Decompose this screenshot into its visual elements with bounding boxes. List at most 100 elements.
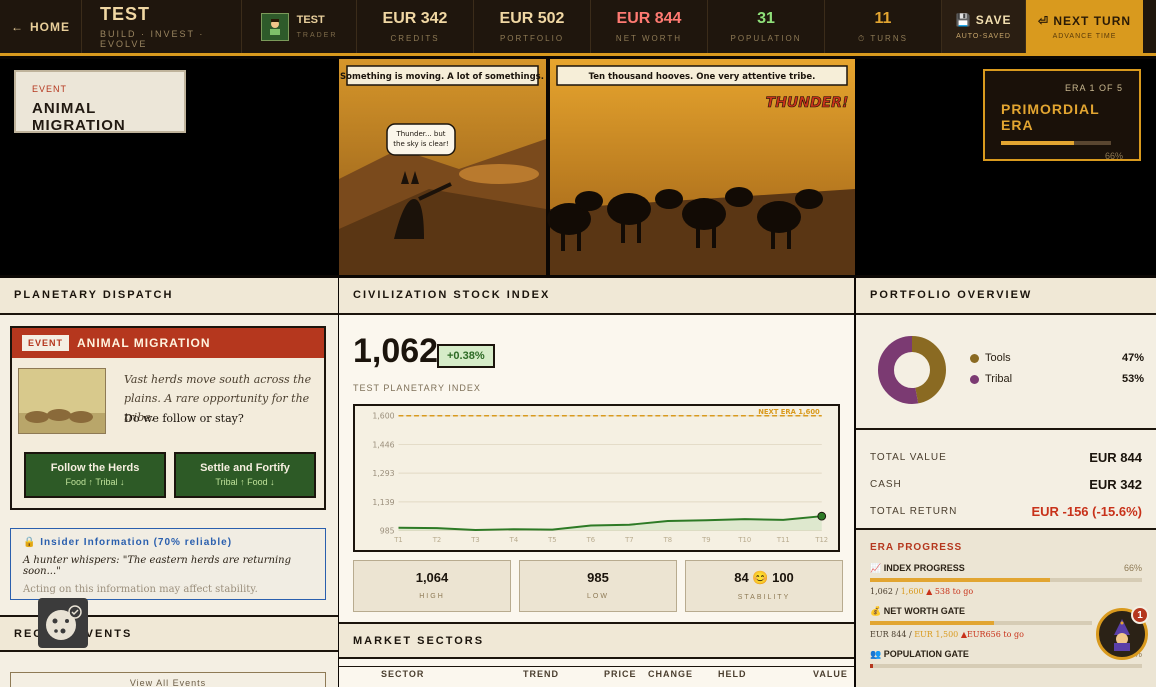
event-card: EVENT ANIMAL MIGRATION bbox=[14, 70, 186, 134]
portfolio-label: PORTFOLIO bbox=[499, 34, 565, 43]
trader-avatar-icon bbox=[260, 12, 289, 41]
next-turn-sub: ADVANCE TIME bbox=[1052, 32, 1117, 40]
era-item-index: 📈 INDEX PROGRESS 66% 1,062 / 1,600 ▲ 538 … bbox=[870, 563, 1142, 596]
era-item-togo: ▲ 538 to go bbox=[926, 587, 974, 596]
return-icon: ⏎ bbox=[1037, 13, 1054, 28]
x-tick-label: T10 bbox=[737, 536, 751, 544]
x-tick-label: T8 bbox=[663, 536, 672, 544]
stat-portfolio: EUR 502 PORTFOLIO bbox=[474, 0, 591, 53]
legend-name: Tools bbox=[985, 352, 1011, 364]
brand-title: TEST bbox=[100, 4, 151, 24]
stat-turns: 11 ⏱ TURNS bbox=[825, 0, 942, 53]
high-label: HIGH bbox=[419, 593, 445, 600]
index-chart: 1,600 1,446 1,293 1,139 985 NEXT ERA 1,600 T1 T… bbox=[353, 404, 840, 552]
herd-image bbox=[18, 368, 106, 434]
dispatch-event-header: EVENT ANIMAL MIGRATION bbox=[12, 328, 324, 358]
total-return-label: TOTAL RETURN bbox=[870, 506, 958, 517]
trader-profile[interactable]: TEST TRADER bbox=[242, 0, 357, 53]
cookie-icon bbox=[46, 605, 82, 640]
threshold-label: NEXT ERA 1,600 bbox=[758, 408, 820, 416]
era-progress-section: ERA PROGRESS 📈 INDEX PROGRESS 66% 1,062 /… bbox=[856, 528, 1156, 687]
save-label-wrap: 💾 SAVE bbox=[955, 13, 1011, 27]
x-tick-label: T2 bbox=[432, 536, 441, 544]
era-item-bar bbox=[870, 664, 1142, 668]
col-value[interactable]: VALUE bbox=[813, 669, 848, 679]
caption-right: Ten thousand hooves. One very attentive … bbox=[589, 72, 816, 82]
insider-quote: A hunter whispers: "The eastern herds ar… bbox=[23, 555, 291, 577]
people-icon: 👥 bbox=[870, 649, 884, 659]
era-item-name-wrap: 📈 INDEX PROGRESS bbox=[870, 563, 965, 574]
turns-value: 11 bbox=[874, 9, 892, 27]
y-tick-label: 1,446 bbox=[372, 440, 394, 449]
total-value-label: TOTAL VALUE bbox=[870, 452, 947, 463]
col-change[interactable]: CHANGE bbox=[648, 669, 693, 679]
col-sector[interactable]: SECTOR bbox=[381, 669, 424, 679]
home-button[interactable]: ← HOME bbox=[0, 0, 82, 53]
x-tick-label: T11 bbox=[776, 536, 790, 544]
portfolio-donut bbox=[878, 336, 946, 404]
notification-badge: 1 bbox=[1131, 606, 1149, 624]
stat-low: 985 LOW bbox=[519, 560, 677, 612]
dispatch-event-card: EVENT ANIMAL MIGRATION Vast herds move s… bbox=[10, 326, 326, 510]
x-tick-label: T12 bbox=[814, 536, 828, 544]
stat-high: 1,064 HIGH bbox=[353, 560, 511, 612]
y-tick-label: 1,600 bbox=[372, 412, 394, 421]
col-trend[interactable]: TREND bbox=[523, 669, 559, 679]
era-item-bar bbox=[870, 621, 1092, 625]
index-stats: 1,064 HIGH 985 LOW 84 😊 100 STABILITY bbox=[353, 560, 843, 612]
save-button[interactable]: 💾 SAVE AUTO-SAVED bbox=[942, 0, 1026, 53]
money-bag-icon: 💰 bbox=[870, 606, 884, 616]
stability-value: 84 😊 100 bbox=[734, 570, 794, 585]
follow-herds-button[interactable]: Follow the Herds Food ↑ Tribal ↓ bbox=[24, 452, 166, 498]
x-tick-label: T9 bbox=[701, 536, 710, 544]
col-held[interactable]: HELD bbox=[718, 669, 747, 679]
index-panel: CIVILIZATION STOCK INDEX 1,062 +0.38% TE… bbox=[339, 278, 854, 687]
dispatch-question: Do we follow or stay? bbox=[124, 412, 244, 425]
x-tick-label: T3 bbox=[470, 536, 479, 544]
choice-group: Follow the Herds Food ↑ Tribal ↓ Settle … bbox=[24, 452, 316, 498]
stat-net-worth: EUR 844 NET WORTH bbox=[591, 0, 708, 53]
next-turn-button[interactable]: ⏎ NEXT TURN ADVANCE TIME bbox=[1026, 0, 1143, 53]
next-turn-label: NEXT TURN bbox=[1053, 13, 1132, 28]
sectors-table-header: SECTOR TREND PRICE CHANGE HELD VALUE bbox=[339, 666, 854, 687]
save-sub: AUTO-SAVED bbox=[956, 33, 1011, 40]
era-item-current: EUR 844 bbox=[870, 630, 907, 639]
choice-effect: Food ↑ Tribal ↓ bbox=[65, 477, 125, 487]
total-return-row: TOTAL RETURN EUR -156 (-15.6%) bbox=[870, 498, 1142, 525]
current-point bbox=[817, 511, 827, 521]
cookie-settings-button[interactable] bbox=[38, 598, 88, 648]
x-tick-label: T5 bbox=[547, 536, 556, 544]
x-tick-label: T6 bbox=[586, 536, 595, 544]
insider-header: Insider Information (70% reliable) bbox=[40, 537, 233, 548]
event-tag: EVENT bbox=[22, 335, 70, 351]
legend-tribal: Tribal 53% bbox=[970, 373, 1144, 385]
speech-bubble: Thunder... but the sky is clear! bbox=[393, 130, 449, 148]
low-value: 985 bbox=[587, 570, 609, 585]
era-item-fill bbox=[870, 621, 995, 625]
col-price[interactable]: PRICE bbox=[604, 669, 637, 679]
stat-population: 31 POPULATION bbox=[708, 0, 825, 53]
trader-name: TEST bbox=[296, 14, 325, 26]
index-header: CIVILIZATION STOCK INDEX bbox=[339, 278, 854, 315]
era-item-togo: ▲EUR656 to go bbox=[960, 630, 1024, 639]
era-item-name: POPULATION GATE bbox=[883, 649, 969, 659]
view-all-events-button[interactable]: View All Events bbox=[10, 672, 326, 687]
portfolio-totals: TOTAL VALUE EUR 844 CASH EUR 342 TOTAL R… bbox=[856, 428, 1156, 525]
x-tick-label: T4 bbox=[509, 536, 518, 544]
era-item-target: EUR 1,500 bbox=[914, 630, 959, 639]
dispatch-event-title: ANIMAL MIGRATION bbox=[77, 336, 211, 350]
turns-label-wrap: ⏱ TURNS bbox=[858, 34, 908, 44]
choice-effect: Tribal ↑ Food ↓ bbox=[215, 477, 275, 487]
x-tick-label: T1 bbox=[393, 536, 402, 544]
settle-fortify-button[interactable]: Settle and Fortify Tribal ↑ Food ↓ bbox=[174, 452, 316, 498]
era-item-fill bbox=[870, 664, 873, 668]
home-label: HOME bbox=[30, 19, 70, 34]
total-value: EUR 844 bbox=[1089, 450, 1142, 465]
era-item-detail: 1,062 / 1,600 ▲ 538 to go bbox=[870, 587, 974, 596]
era-progress-fill bbox=[1001, 141, 1074, 145]
x-tick-label: T7 bbox=[624, 536, 633, 544]
index-change-badge: +0.38% bbox=[437, 344, 495, 368]
net-worth-value: EUR 844 bbox=[616, 10, 682, 27]
insider-header-wrap: 🔒 Insider Information (70% reliable) bbox=[23, 537, 313, 548]
low-label: LOW bbox=[587, 593, 609, 600]
